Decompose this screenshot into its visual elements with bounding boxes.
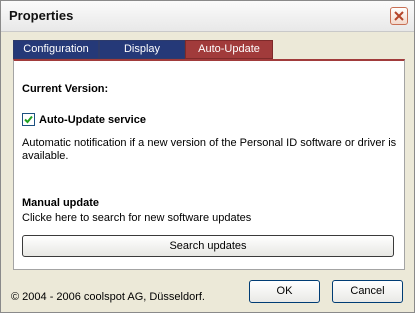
tab-configuration[interactable]: Configuration bbox=[13, 40, 99, 59]
tab-auto-update[interactable]: Auto-Update bbox=[185, 40, 273, 59]
title-bar[interactable]: Properties bbox=[1, 1, 414, 32]
tab-display[interactable]: Display bbox=[99, 40, 185, 59]
notification-text-line2: available. bbox=[22, 150, 69, 162]
window-title: Properties bbox=[9, 8, 74, 23]
checkmark-icon bbox=[24, 115, 33, 124]
notification-text-line1: Automatic notification if a new version … bbox=[22, 137, 397, 149]
ok-button[interactable]: OK bbox=[249, 280, 320, 303]
auto-update-checkbox[interactable] bbox=[22, 113, 35, 126]
auto-update-panel: Current Version: Auto-Update service Aut… bbox=[13, 59, 405, 270]
close-icon bbox=[394, 11, 404, 21]
search-updates-button[interactable]: Search updates bbox=[22, 235, 394, 257]
manual-update-heading: Manual update bbox=[22, 197, 100, 209]
current-version-label: Current Version: bbox=[22, 83, 109, 95]
cancel-button[interactable]: Cancel bbox=[332, 280, 403, 303]
manual-update-text: Clicke here to search for new software u… bbox=[22, 212, 252, 224]
close-button[interactable] bbox=[390, 7, 408, 25]
copyright-text: © 2004 - 2006 coolspot AG, Düsseldorf. bbox=[11, 291, 205, 303]
properties-dialog: Properties Configuration Display Auto-Up… bbox=[0, 0, 415, 313]
auto-update-label[interactable]: Auto-Update service bbox=[39, 114, 146, 126]
